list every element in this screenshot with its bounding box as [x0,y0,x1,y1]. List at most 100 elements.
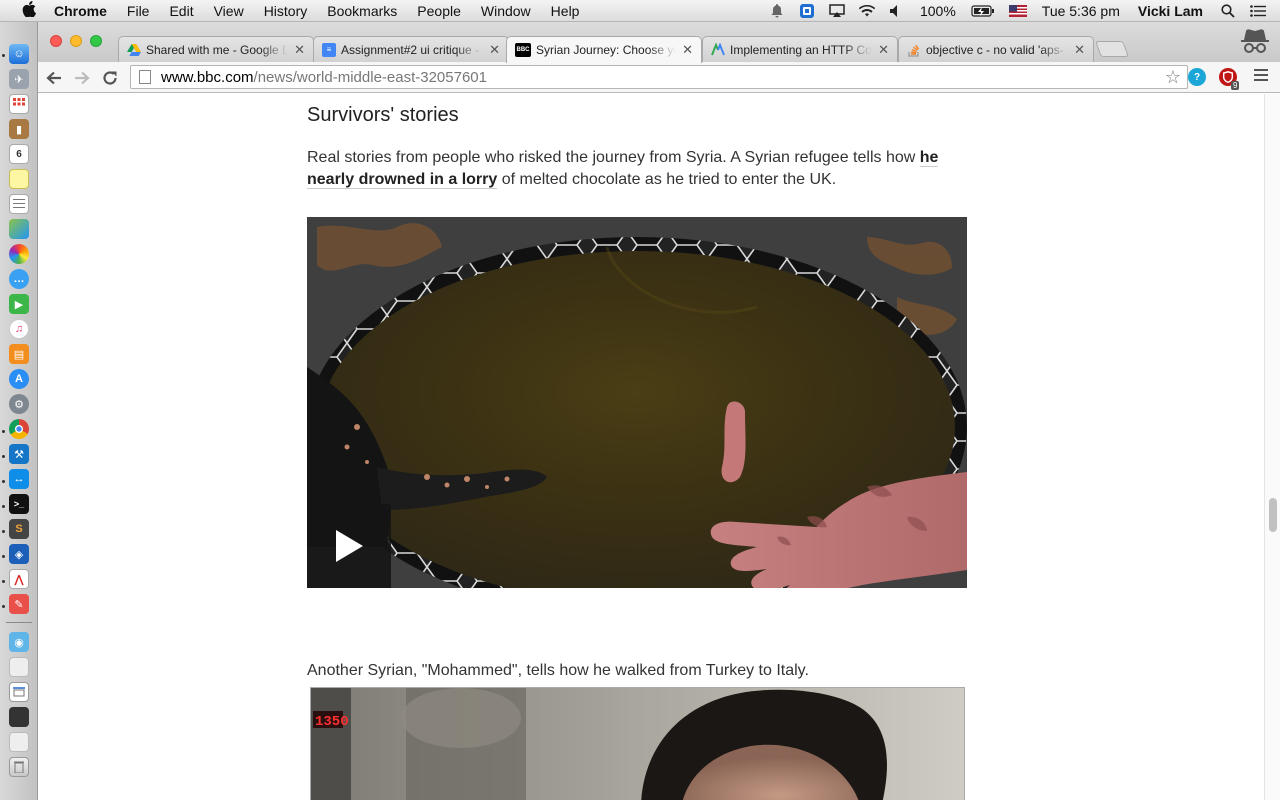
contacts-icon[interactable]: ▮ [9,119,29,139]
menu-help[interactable]: Help [541,3,590,19]
sublime-text-icon[interactable]: S [9,519,29,539]
menu-view[interactable]: View [204,3,254,19]
incognito-profile-icon[interactable] [1240,28,1270,56]
facetime-icon[interactable]: ▶ [9,294,29,314]
trash-icon[interactable] [9,757,29,777]
layers-app-icon[interactable]: ◈ [9,544,29,564]
photos-icon[interactable] [9,244,29,264]
minimize-window-button[interactable] [70,35,82,47]
tab-close-icon[interactable]: ✕ [294,42,305,58]
play-icon [336,530,363,562]
itunes-icon[interactable]: ♫ [9,319,29,339]
notification-bell-icon[interactable] [769,3,785,18]
dock-running-indicator [2,480,5,483]
reminders-icon[interactable] [9,194,29,214]
us-flag-input-source-icon[interactable] [1008,4,1027,18]
bbc-icon: BBC [515,43,531,57]
scrollbar-thumb[interactable] [1269,498,1277,532]
paragraph-text: Real stories from people who risked the … [307,149,920,166]
close-window-button[interactable] [50,35,62,47]
back-button[interactable] [42,66,66,90]
downloads-stack-icon[interactable]: ◉ [9,632,29,652]
teamviewer-tray-icon[interactable] [799,3,815,18]
menu-people[interactable]: People [407,3,471,19]
extension-tooltip-icon[interactable]: ? [1188,68,1206,86]
survivors-intro-paragraph: Real stories from people who risked the … [307,147,967,191]
calendar-icon[interactable]: 6 [9,144,29,164]
launchpad-icon[interactable]: ✈ [9,69,29,89]
airplay-icon[interactable] [829,3,845,18]
mohammed-photo[interactable]: 1350 [310,687,965,800]
terminal-icon[interactable]: >_ [9,494,29,514]
dock-running-indicator [2,54,5,57]
app-grid-icon[interactable] [9,94,29,114]
tab-close-icon[interactable]: ✕ [489,42,500,58]
macos-dock: ☺ ✈ ▮ 6 … ▶ ♫ ▤ A ⚙ ⚒ ↔ >_ S ◈ ⋀ ✎ ◉ [0,22,38,800]
tab-close-icon[interactable]: ✕ [682,42,693,58]
acrobat-reader-icon[interactable]: ⋀ [9,569,29,589]
forward-button[interactable] [70,66,94,90]
dock-running-indicator [2,455,5,458]
apple-menu-icon[interactable] [18,0,40,21]
tab-google-drive[interactable]: Shared with me - Google D ✕ [118,36,314,62]
google-chrome-icon[interactable] [9,419,29,439]
xcode-icon[interactable]: ⚒ [9,444,29,464]
page-scrollbar[interactable] [1264,94,1280,800]
menubar-clock[interactable]: Tue 5:36 pm [1034,3,1128,19]
video-thumbnail-illustration: 1350 [307,217,967,588]
battery-charging-icon[interactable] [971,4,995,18]
volume-icon[interactable] [889,4,905,18]
teamviewer-icon[interactable]: ↔ [9,469,29,489]
dock-running-indicator [2,530,5,533]
tab-stackoverflow[interactable]: objective c - no valid 'aps- ✕ [898,36,1094,62]
mohammed-portrait-image: 1350 [311,688,964,800]
messages-icon[interactable]: … [9,269,29,289]
window-stack-icon[interactable] [9,682,29,702]
page-viewport: Survivors' stories Real stories from peo… [38,94,1264,800]
finder-icon[interactable]: ☺ [9,44,29,64]
chrome-menu-button[interactable] [1254,69,1268,84]
tab-http-implementation[interactable]: Implementing an HTTP Cor ✕ [702,36,898,62]
app-store-icon[interactable]: A [9,369,29,389]
new-tab-button[interactable] [1095,41,1129,57]
section-heading: Survivors' stories [307,104,459,126]
photo-clock-display: 1350 [315,714,349,730]
tab-google-docs[interactable]: ≡ Assignment#2 ui critique - ✕ [313,36,509,62]
menu-window[interactable]: Window [471,3,541,19]
url-host: www.bbc.com [161,68,254,86]
notes-icon[interactable] [9,169,29,189]
bookmark-star-icon[interactable]: ☆ [1165,67,1181,88]
notification-center-icon[interactable] [1250,4,1266,18]
address-bar[interactable]: www.bbc.com/news/world-middle-east-32057… [130,65,1188,89]
dock-running-indicator [2,605,5,608]
wifi-icon[interactable] [858,4,875,18]
tab-bbc-syrian-journey[interactable]: BBC Syrian Journey: Choose yo ✕ [506,36,702,63]
tab-title: Assignment#2 ui critique - [341,42,480,57]
survivor-video-player[interactable]: 1350 [307,217,967,588]
menu-app-name[interactable]: Chrome [40,3,117,19]
google-docs-icon: ≡ [322,42,336,57]
tab-title: Implementing an HTTP Cor [730,42,873,57]
ibooks-icon[interactable]: ▤ [9,344,29,364]
chrome-window: Shared with me - Google D ✕ ≡ Assignment… [38,22,1280,800]
menu-file[interactable]: File [117,3,160,19]
system-preferences-icon[interactable]: ⚙ [9,394,29,414]
tab-close-icon[interactable]: ✕ [1074,42,1085,58]
file-stack-icon[interactable] [9,732,29,752]
page-info-icon[interactable] [139,70,151,84]
documents-stack-icon[interactable] [9,657,29,677]
zoom-window-button[interactable] [90,35,102,47]
menu-history[interactable]: History [254,3,318,19]
menubar-user-name[interactable]: Vicki Lam [1128,3,1213,19]
screenshot-stack-icon[interactable] [9,707,29,727]
reload-button[interactable] [98,66,122,90]
ublock-badge: 9 [1231,81,1240,90]
spotlight-search-icon[interactable] [1220,3,1236,18]
pdf-expert-icon[interactable]: ✎ [9,594,29,614]
url-path: /news/world-middle-east-32057601 [253,68,487,86]
menu-bookmarks[interactable]: Bookmarks [317,3,407,19]
maps-icon[interactable] [9,219,29,239]
play-video-button[interactable] [307,504,391,588]
menu-edit[interactable]: Edit [159,3,203,19]
tab-close-icon[interactable]: ✕ [878,42,889,58]
